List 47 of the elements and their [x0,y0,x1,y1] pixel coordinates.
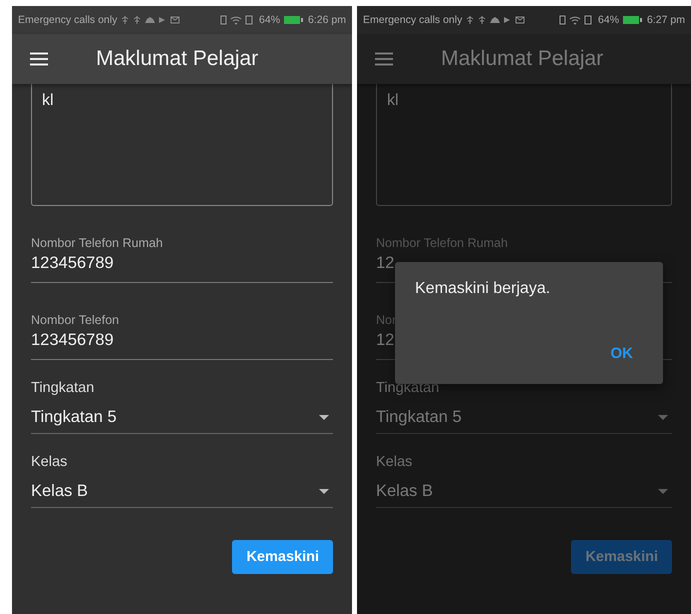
cloud-icon [490,16,500,24]
field-label: Nombor Telefon Rumah [376,236,509,250]
status-time: 6:26 pm [308,14,346,26]
text-field[interactable]: 123456789 [31,250,333,283]
signal-status-icons [558,15,594,25]
battery-percent: 64% [598,14,620,26]
field-label: Nombor Telefon Rumah [31,236,164,250]
usb-icon [478,15,486,25]
dropdown-label: Kelas [376,454,414,470]
update-button[interactable]: Kemaskini [232,540,333,574]
signal-status-icons [219,15,256,25]
status-time: 6:27 pm [647,14,685,26]
dropdown-caret-icon [658,489,668,494]
screen-title: Maklumat Pelajar [441,47,604,71]
battery-icon [623,15,644,25]
screen-title: Maklumat Pelajar [96,47,258,71]
mail-icon [515,16,526,24]
dropdown-caret-icon [658,415,668,420]
dropdown-caret-icon [319,415,329,420]
usb-icon [466,15,474,25]
field-label: Nor [376,313,398,327]
dropdown-label: Tingkatan [31,380,96,396]
usb-icon [121,15,130,25]
carrier-text: Emergency calls only [363,14,462,26]
dropdown-field[interactable]: Kelas B [31,470,333,508]
dialog-message: Kemaskini berjaya. [415,280,550,298]
dropdown-field[interactable]: Kelas B [376,470,672,508]
dropdown-label: Tingkatan [376,380,440,396]
play-icon [504,16,512,24]
field-label: Nombor Telefon [31,313,120,327]
ok-button[interactable]: OK [606,343,637,364]
cloud-icon [145,16,156,24]
play-icon [159,16,166,24]
menu-icon[interactable] [30,52,48,66]
battery-icon [284,15,304,25]
dropdown-field[interactable]: Tingkatan 5 [31,396,333,434]
menu-icon[interactable] [375,52,393,66]
address-textarea[interactable]: kl [376,84,672,206]
battery-percent: 64% [259,14,280,26]
carrier-text: Emergency calls only [18,14,118,26]
address-textarea[interactable]: kl [31,84,333,206]
usb-icon [133,15,142,25]
mail-icon [170,16,180,24]
text-field[interactable]: 123456789 [31,327,333,360]
dropdown-field[interactable]: Tingkatan 5 [376,396,672,434]
dropdown-label: Kelas [31,454,68,470]
dropdown-caret-icon [319,489,329,494]
